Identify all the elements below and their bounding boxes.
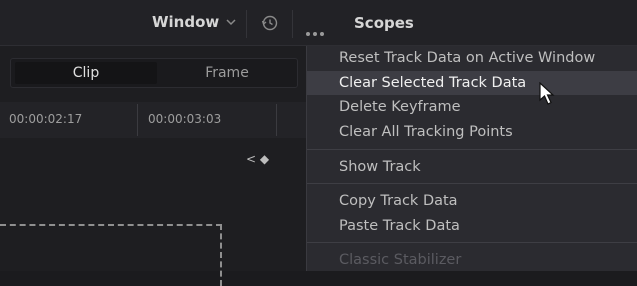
chevron-down-icon[interactable] [224, 15, 238, 29]
menu-item-reset-track-data[interactable]: Reset Track Data on Active Window [307, 46, 637, 70]
more-options-icon[interactable] [306, 21, 327, 40]
toolbar-divider [292, 10, 293, 38]
toolbar-divider [246, 10, 247, 38]
menu-item-paste-track-data[interactable]: Paste Track Data [307, 214, 637, 238]
clip-segment-button[interactable]: Clip [15, 62, 157, 84]
mouse-cursor-icon [539, 82, 555, 105]
frame-segment-button[interactable]: Frame [161, 62, 293, 84]
menu-separator [307, 183, 637, 184]
timecode-label: 00:00:03:03 [148, 112, 222, 126]
menu-item-show-track[interactable]: Show Track [307, 155, 637, 179]
keyframe-nav-icon[interactable]: < ◆ [246, 152, 269, 166]
clip-frame-toggle: Clip Frame [10, 58, 298, 88]
top-toolbar: Window Scopes [0, 0, 637, 46]
tracking-region-outline[interactable] [0, 224, 222, 286]
options-dropdown-menu: Reset Track Data on Active Window Clear … [306, 46, 637, 271]
menu-item-clear-selected-track-data[interactable]: Clear Selected Track Data [307, 71, 637, 95]
menu-item-classic-stabilizer: Classic Stabilizer [339, 252, 462, 268]
history-icon[interactable] [260, 13, 280, 33]
timeline-ruler[interactable]: 00:00:02:17 00:00:03:03 [0, 102, 310, 138]
menu-separator [307, 242, 637, 243]
window-menu-button[interactable]: Window [152, 13, 219, 31]
menu-item-clear-all-tracking-points[interactable]: Clear All Tracking Points [307, 120, 637, 144]
scopes-panel-title[interactable]: Scopes [354, 14, 414, 32]
menu-separator [307, 149, 637, 150]
timecode-label: 00:00:02:17 [9, 112, 83, 126]
menu-item-delete-keyframe[interactable]: Delete Keyframe [307, 95, 637, 119]
menu-item-copy-track-data[interactable]: Copy Track Data [307, 189, 637, 213]
